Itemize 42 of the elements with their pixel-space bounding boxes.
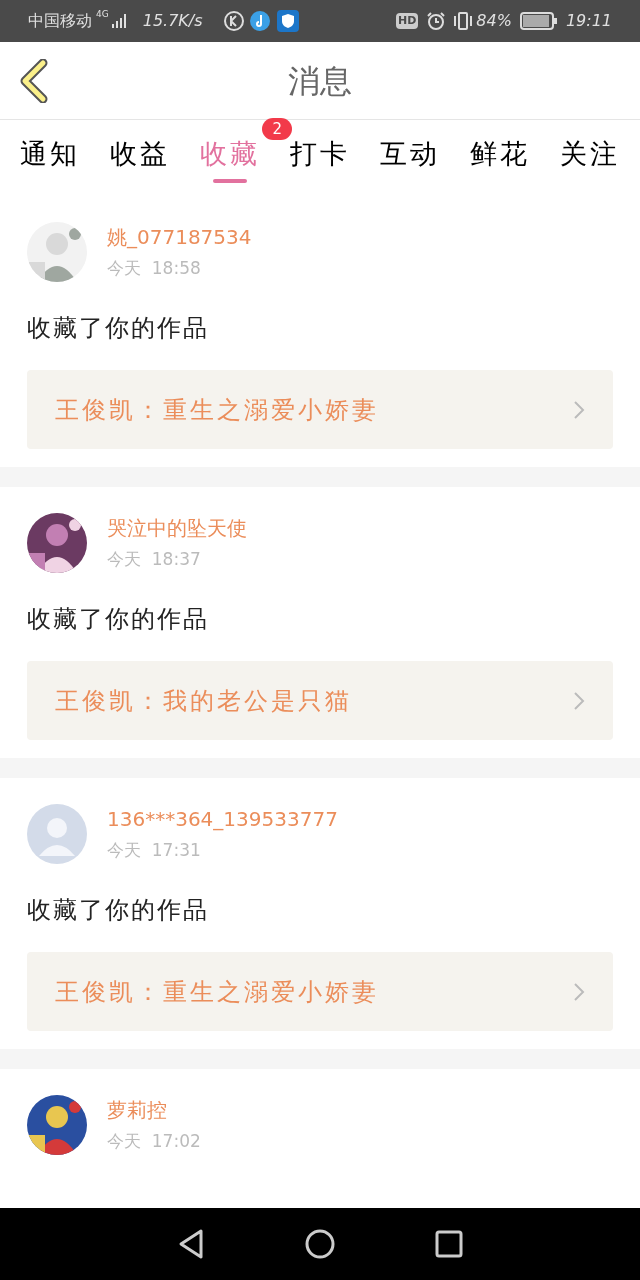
work-link[interactable]: 王俊凯：重生之溺爱小娇妻: [27, 952, 613, 1031]
battery-icon: [519, 11, 558, 31]
network-type: 4G: [96, 8, 109, 21]
home-icon[interactable]: [305, 1229, 335, 1259]
work-link[interactable]: 王俊凯：我的老公是只猫: [27, 661, 613, 740]
default-avatar-icon: [27, 804, 87, 864]
tab[interactable]: 鲜花: [470, 134, 530, 183]
user-name[interactable]: 萝莉控: [107, 1095, 201, 1126]
vibrate-icon: [452, 11, 475, 31]
tab[interactable]: 收益: [110, 134, 170, 183]
k-app-icon: [222, 10, 245, 32]
user-name[interactable]: 哭泣中的坠天使: [107, 513, 247, 544]
message-time: 今天 18:58: [107, 257, 202, 281]
message-text: 收藏了你的作品: [27, 604, 210, 635]
tab[interactable]: 打卡: [290, 134, 350, 183]
music-app-icon: [248, 10, 271, 32]
battery-percent: 84%: [476, 10, 512, 32]
signal-icon: [110, 13, 127, 29]
back-icon[interactable]: [177, 1228, 205, 1260]
chevron-right-icon: [573, 690, 585, 711]
work-link[interactable]: 王俊凯：重生之溺爱小娇妻: [27, 370, 613, 449]
tab[interactable]: 关注: [560, 134, 620, 183]
tab[interactable]: 通知: [20, 134, 80, 183]
message-time: 今天 17:02: [107, 1130, 201, 1154]
message-time: 今天 18:37: [107, 548, 202, 572]
chevron-right-icon: [573, 981, 585, 1002]
carrier-name: 中国移动: [28, 10, 92, 32]
clock-time: 19:11: [565, 10, 612, 32]
user-name[interactable]: 姚_077187534: [107, 222, 252, 253]
user-name[interactable]: 136***364_139533777: [107, 804, 338, 835]
shield-app-icon: [276, 10, 299, 32]
notification-badge: 2: [262, 118, 292, 140]
network-speed: 15.7K/s: [142, 10, 203, 32]
message-time: 今天 17:31: [107, 839, 202, 863]
alarm-icon: [426, 11, 447, 31]
chevron-right-icon: [573, 399, 585, 420]
message-text: 收藏了你的作品: [27, 895, 210, 926]
recent-apps-icon[interactable]: [435, 1230, 463, 1258]
page-title: 消息: [288, 60, 352, 102]
tab[interactable]: 互动: [380, 134, 440, 183]
hd-badge: HD: [396, 12, 419, 30]
message-text: 收藏了你的作品: [27, 313, 210, 344]
